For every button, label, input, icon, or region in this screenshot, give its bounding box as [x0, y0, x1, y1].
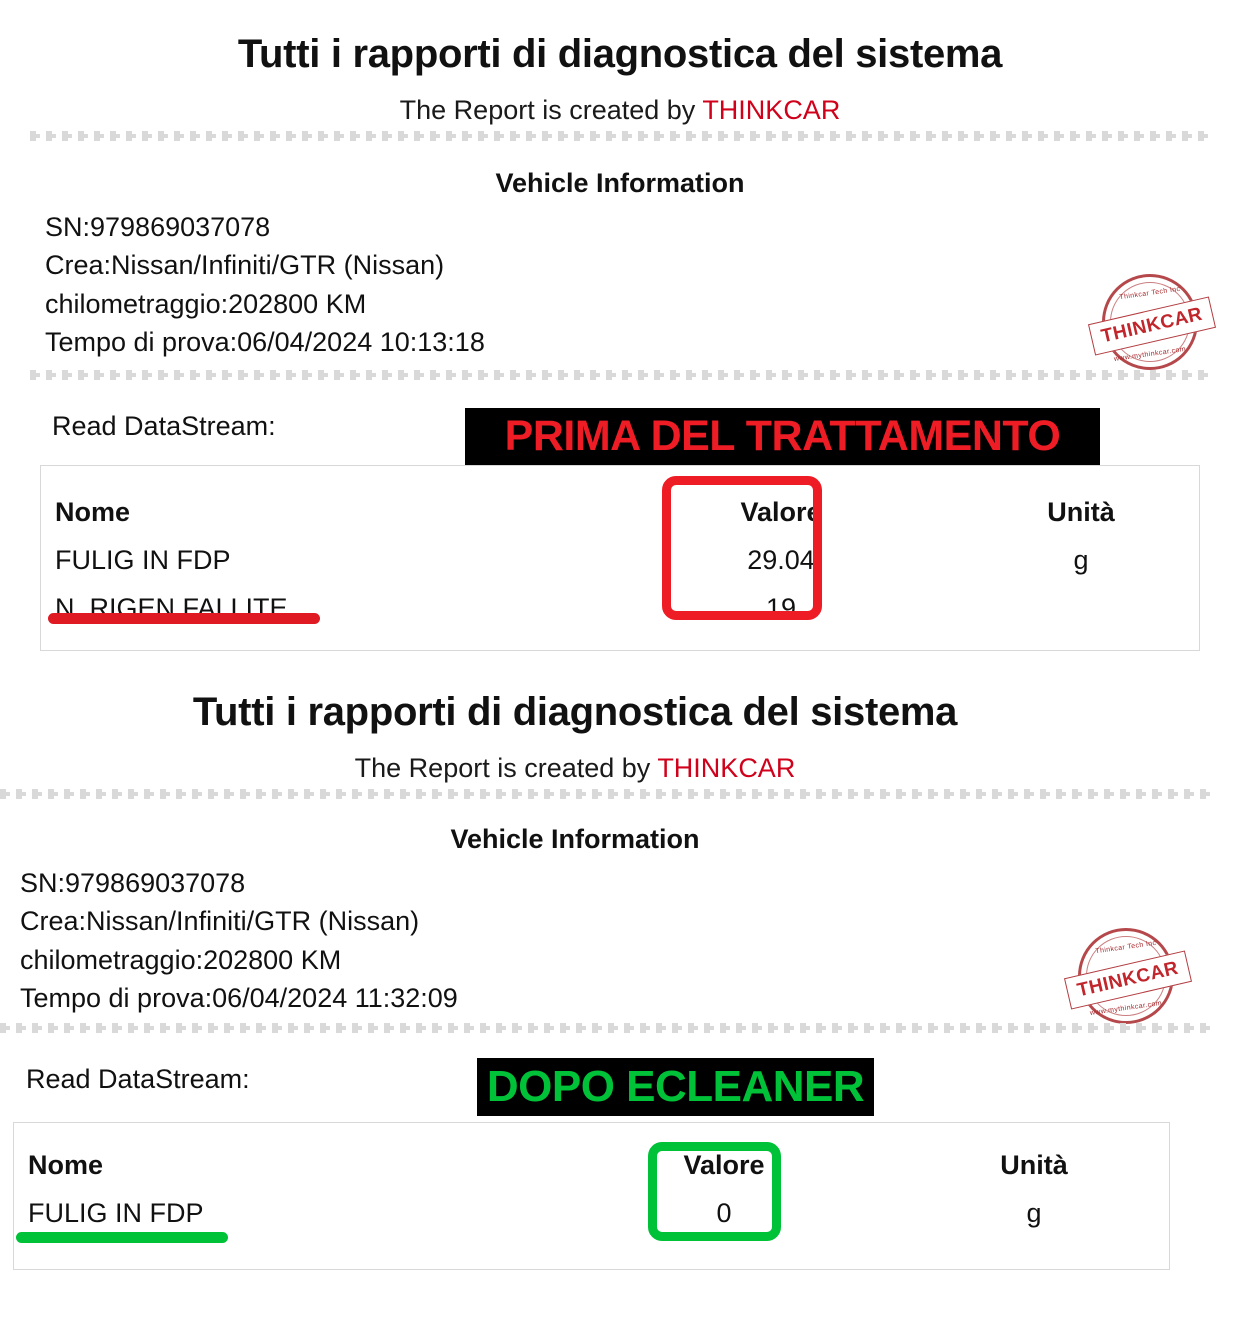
highlight-banner-prima: PRIMA DEL TRATTAMENTO — [465, 408, 1100, 465]
report-page: Tutti i rapporti di diagnostica del sist… — [0, 0, 1240, 1321]
divider-dotted-2b — [0, 1023, 1210, 1033]
vehicle-information-block-1: SN:979869037078 Crea:Nissan/Infiniti/GTR… — [45, 208, 485, 361]
report-title-2: Tutti i rapporti di diagnostica del sist… — [192, 690, 958, 734]
highlight-banner-dopo: DOPO ECLEANER — [477, 1058, 874, 1116]
report-subtitle-2: The Report is created by THINKCAR — [0, 753, 1195, 784]
vehicle-information-title-1: Vehicle Information — [495, 168, 745, 198]
divider-dotted-1a — [30, 131, 1210, 141]
vehicle-information-title-2: Vehicle Information — [450, 824, 700, 854]
highlight-underline-green — [16, 1232, 228, 1243]
col-header-nome-1: Nome — [55, 496, 131, 527]
vi-testtime-2: Tempo di prova:06/04/2024 11:32:09 — [20, 982, 458, 1013]
subtitle-prefix-2: The Report is created by — [354, 753, 658, 783]
brand-thinkcar-2: THINKCAR — [657, 753, 796, 783]
vi-mileage-1: chilometraggio:202800 KM — [45, 288, 367, 319]
cell-unita: g — [1073, 544, 1089, 575]
divider-dotted-2a — [0, 789, 1210, 799]
col-header-unita-1: Unità — [1047, 496, 1115, 527]
cell-valore: 0 — [716, 1197, 732, 1228]
vi-crea-2: Crea:Nissan/Infiniti/GTR (Nissan) — [20, 906, 420, 937]
col-header-valore-1: Valore — [740, 496, 822, 527]
vi-sn-1: SN:979869037078 — [45, 212, 271, 242]
col-header-nome-2: Nome — [28, 1149, 104, 1180]
col-header-valore-2: Valore — [683, 1149, 765, 1180]
col-header-unita-2: Unità — [1000, 1149, 1068, 1180]
report-title-1: Tutti i rapporti di diagnostica del sist… — [237, 32, 1003, 76]
highlight-banner-prima-text: PRIMA DEL TRATTAMENTO — [504, 412, 1061, 460]
table-row: FULIG IN FDP 29.04 g — [41, 536, 1199, 584]
subtitle-prefix-1: The Report is created by — [399, 95, 703, 125]
vehicle-information-block-2: SN:979869037078 Crea:Nissan/Infiniti/GTR… — [20, 864, 458, 1017]
highlight-underline-red — [48, 613, 320, 624]
read-datastream-label-2: Read DataStream: — [26, 1064, 250, 1094]
brand-thinkcar-1: THINKCAR — [702, 95, 841, 125]
table-row: FULIG IN FDP 0 g — [14, 1189, 1169, 1237]
cell-valore: 29.04 — [747, 544, 815, 575]
cell-nome: FULIG IN FDP — [55, 544, 231, 575]
cell-valore: 19 — [765, 592, 797, 623]
table-header-row-2: Nome Valore Unità — [14, 1141, 1169, 1189]
divider-dotted-1b — [30, 370, 1210, 380]
vi-crea-1: Crea:Nissan/Infiniti/GTR (Nissan) — [45, 250, 445, 281]
vi-testtime-1: Tempo di prova:06/04/2024 10:13:18 — [45, 326, 485, 357]
datastream-table-2: Nome Valore Unità FULIG IN FDP 0 g — [13, 1122, 1170, 1270]
read-datastream-label-1: Read DataStream: — [52, 411, 276, 441]
table-header-row-1: Nome Valore Unità — [41, 488, 1199, 536]
cell-unita: g — [1026, 1197, 1042, 1228]
vi-sn-2: SN:979869037078 — [20, 868, 246, 898]
table-row: N. RIGEN FALLITE 19 — [41, 584, 1199, 632]
thinkcar-stamp-2: Thinkcar Tech Inc www.mythinkcar.com THI… — [1063, 922, 1193, 1030]
report-subtitle-1: The Report is created by THINKCAR — [0, 95, 1240, 126]
vi-mileage-2: chilometraggio:202800 KM — [20, 944, 342, 975]
cell-nome: FULIG IN FDP — [28, 1197, 204, 1228]
highlight-banner-dopo-text: DOPO ECLEANER — [486, 1062, 865, 1111]
thinkcar-stamp-1: Thinkcar Tech Inc www.mythinkcar.com THI… — [1087, 268, 1217, 376]
